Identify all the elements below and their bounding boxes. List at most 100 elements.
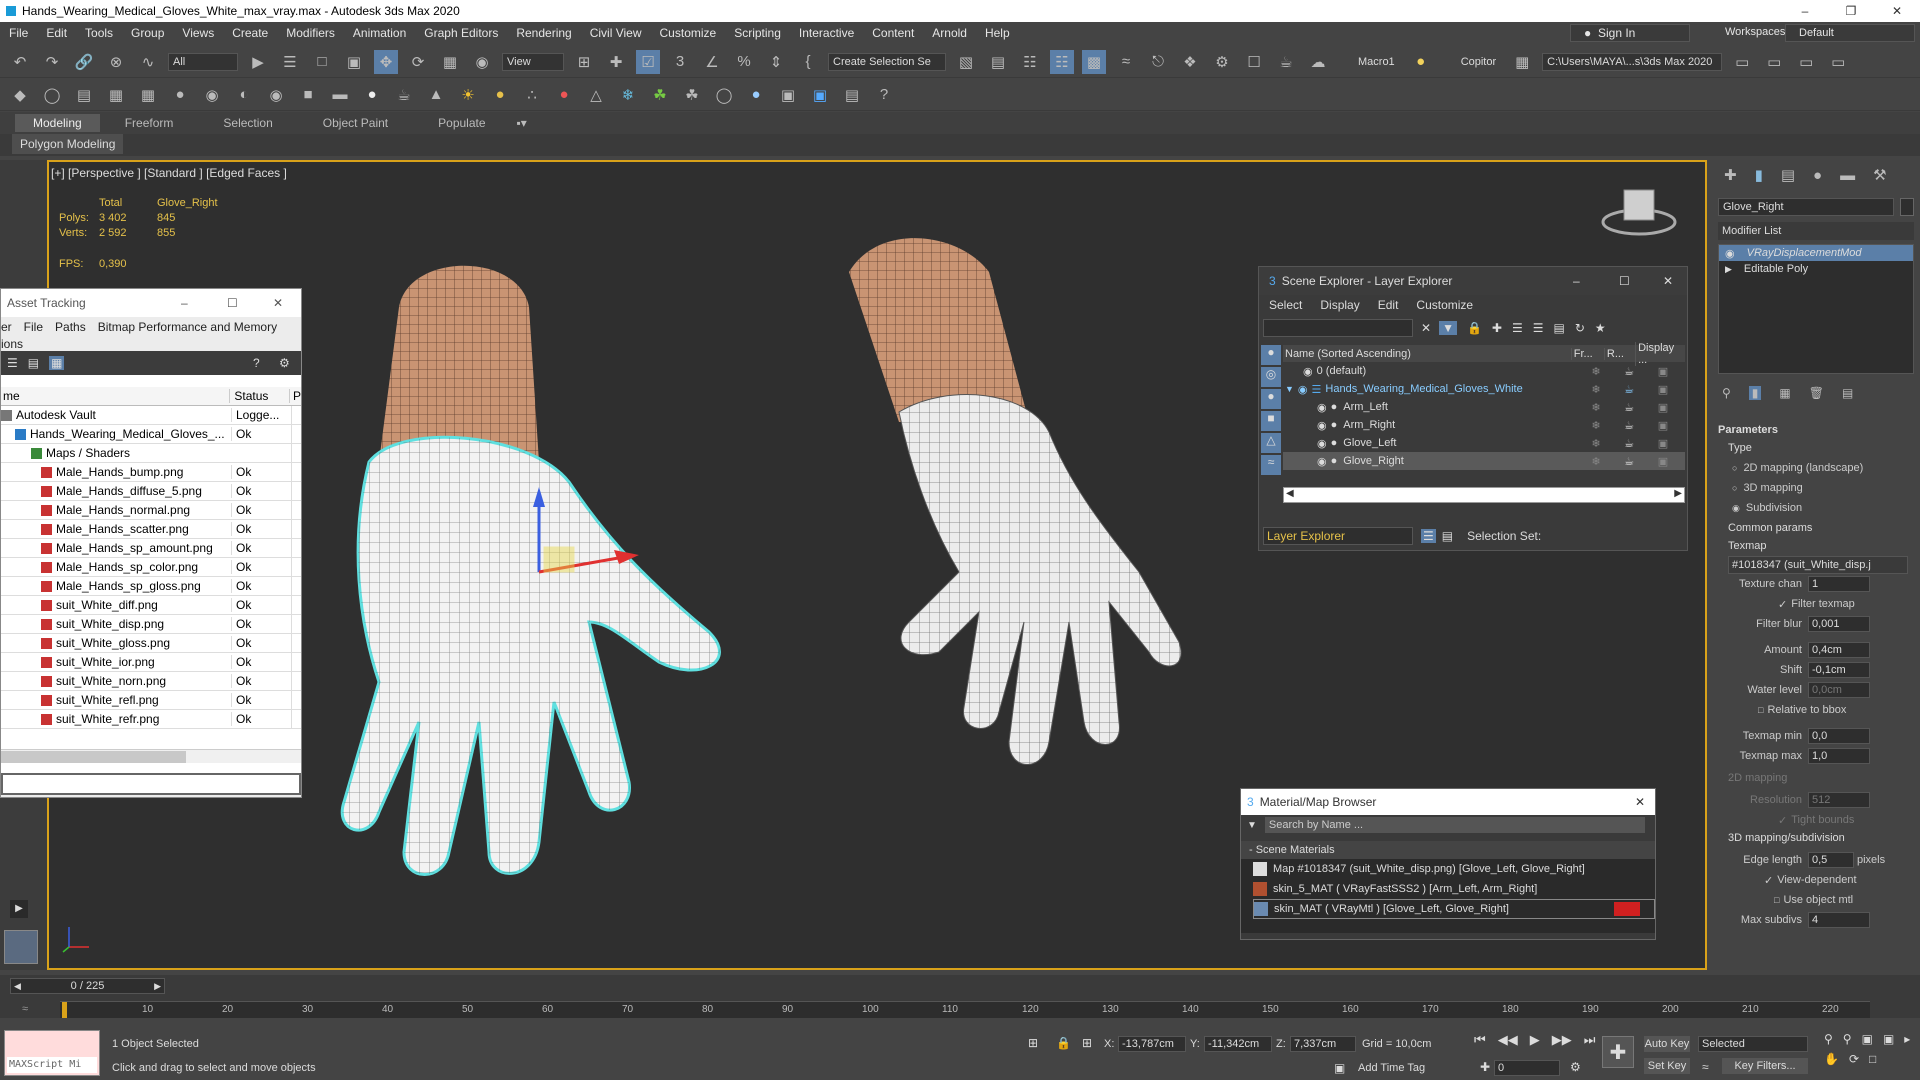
- track-bar-icon[interactable]: ≈: [22, 1003, 28, 1015]
- asset-path-field[interactable]: [1, 773, 301, 795]
- vray-sphere-icon[interactable]: ●: [744, 83, 768, 107]
- explorer-type-dropdown[interactable]: Layer Explorer: [1263, 527, 1413, 545]
- col-freeze[interactable]: Fr...: [1570, 347, 1604, 360]
- render-production-icon[interactable]: ☕: [1274, 50, 1298, 74]
- menu-civil-view[interactable]: Civil View: [581, 26, 651, 40]
- menu-group[interactable]: Group: [122, 26, 173, 40]
- grass-icon[interactable]: ☘: [648, 83, 672, 107]
- go-to-end-icon[interactable]: ⏭: [1584, 1032, 1596, 1048]
- visibility-eye-icon[interactable]: ◉: [1303, 365, 1313, 378]
- asset-row[interactable]: suit_White_norn.png Ok: [1, 672, 301, 691]
- helpers-icon[interactable]: ◐: [232, 83, 256, 107]
- sync-icon[interactable]: ↻: [1575, 321, 1585, 335]
- scene-menu-edit[interactable]: Edit: [1378, 298, 1399, 312]
- material-row[interactable]: Map #1018347 (suit_White_disp.png) [Glov…: [1253, 859, 1655, 879]
- dynamics-icon[interactable]: ●: [552, 83, 576, 107]
- angle-snap-icon[interactable]: ∠: [700, 50, 724, 74]
- asset-maximize-icon[interactable]: ☐: [227, 296, 238, 310]
- tab-object-paint[interactable]: Object Paint: [298, 116, 413, 130]
- clear-search-icon[interactable]: ✕: [1421, 321, 1431, 335]
- calculator-icon[interactable]: ▦: [104, 83, 128, 107]
- spinner-snap-icon[interactable]: ⇕: [764, 50, 788, 74]
- display-geometry-icon[interactable]: ◎: [1261, 367, 1281, 387]
- expand-left-icon[interactable]: ▶: [10, 900, 28, 918]
- next-frame-icon[interactable]: ▶: [154, 979, 161, 993]
- play-icon[interactable]: ▶: [1530, 1032, 1540, 1048]
- menu-create[interactable]: Create: [223, 26, 277, 40]
- camera-icon[interactable]: ◉: [200, 83, 224, 107]
- visibility-eye-icon[interactable]: ◉: [1317, 455, 1327, 468]
- minimize-icon[interactable]: –: [1782, 0, 1828, 22]
- asset-tracking-titlebar[interactable]: Asset Tracking – ☐ ✕: [1, 289, 301, 317]
- go-to-start-icon[interactable]: ⏮: [1474, 1032, 1486, 1048]
- make-unique-icon[interactable]: ▦: [1779, 386, 1790, 400]
- snaps-toggle-icon[interactable]: 3: [668, 50, 692, 74]
- ribbon-options-icon[interactable]: ▪▾: [511, 116, 533, 130]
- freeze-icon[interactable]: ❄: [1579, 383, 1613, 396]
- sun-icon[interactable]: ☀: [456, 83, 480, 107]
- sign-in-button[interactable]: ● Sign In: [1570, 24, 1690, 42]
- scene-tree-row[interactable]: ◉ 0 (default) ❄ ☕ ▣: [1283, 362, 1685, 380]
- dome-light-icon[interactable]: ●: [488, 83, 512, 107]
- set-project-icon[interactable]: ▭: [1730, 50, 1754, 74]
- vray-proxy-icon[interactable]: ▣: [776, 83, 800, 107]
- quick-align-icon[interactable]: ▭: [1762, 50, 1786, 74]
- select-manipulate-icon[interactable]: ✚: [604, 50, 628, 74]
- grid-icon[interactable]: ▦: [136, 83, 160, 107]
- sort-icon[interactable]: ▤: [1554, 321, 1565, 335]
- time-slider[interactable]: ◀ 0 / 225 ▶: [10, 978, 165, 994]
- scene-minimize-icon[interactable]: –: [1573, 274, 1580, 288]
- configure-sets-icon[interactable]: ▤: [1842, 386, 1853, 400]
- tab-freeform[interactable]: Freeform: [100, 116, 199, 130]
- prev-frame-icon[interactable]: ◀: [14, 979, 21, 993]
- x-coord-field[interactable]: -13,787cm: [1118, 1036, 1186, 1052]
- mirror-icon[interactable]: ▧: [954, 50, 978, 74]
- render-teapot-icon[interactable]: ☕: [1613, 365, 1645, 378]
- undo-icon[interactable]: ↶: [8, 50, 32, 74]
- stack-vray-displacement[interactable]: ◉ VRayDisplacementMod: [1719, 245, 1913, 261]
- asset-row[interactable]: Male_Hands_sp_amount.png Ok: [1, 539, 301, 558]
- asset-close-icon[interactable]: ✕: [273, 296, 283, 310]
- select-object-icon[interactable]: ▶: [246, 50, 270, 74]
- list-view-icon[interactable]: ☰: [7, 356, 18, 370]
- close-icon[interactable]: ✕: [1874, 0, 1920, 22]
- show-end-result-icon[interactable]: ▮: [1748, 386, 1762, 400]
- edge-length-spinner[interactable]: 0,5: [1808, 852, 1854, 868]
- type-3d-radio[interactable]: ○ 3D mapping: [1718, 478, 1914, 498]
- rect-selection-icon[interactable]: □: [310, 50, 334, 74]
- edit-named-selection-icon[interactable]: {: [796, 50, 820, 74]
- layers-icon[interactable]: ☰: [1512, 321, 1523, 335]
- maxscript-input[interactable]: MAXScript Mi: [7, 1057, 97, 1073]
- freeze-icon[interactable]: ❄: [1579, 419, 1613, 432]
- project-folder-icon[interactable]: ▦: [1510, 50, 1534, 74]
- col-status[interactable]: Status: [229, 389, 289, 403]
- tight-bounds-checkbox[interactable]: ✓ Tight bounds: [1718, 810, 1914, 830]
- selection-lock-icon[interactable]: 🔒: [1056, 1036, 1071, 1050]
- menu-animation[interactable]: Animation: [344, 26, 415, 40]
- modifier-list-dropdown[interactable]: Modifier List: [1718, 222, 1914, 240]
- menu-rendering[interactable]: Rendering: [507, 26, 580, 40]
- stack-editable-poly[interactable]: ▶ Editable Poly: [1719, 261, 1913, 277]
- scroll-right-icon[interactable]: ▶: [1674, 488, 1682, 499]
- render-teapot-icon[interactable]: ☕: [1613, 419, 1645, 432]
- display-lights-icon[interactable]: ●: [1261, 389, 1281, 409]
- asset-row[interactable]: suit_White_ior.png Ok: [1, 653, 301, 672]
- cone-icon[interactable]: ▲: [424, 83, 448, 107]
- display-cameras-icon[interactable]: ■: [1261, 411, 1281, 431]
- curve-editor-icon[interactable]: ≈: [1114, 50, 1138, 74]
- menu-scripting[interactable]: Scripting: [725, 26, 790, 40]
- maximize-viewport-icon[interactable]: □: [1869, 1052, 1876, 1066]
- material-row[interactable]: skin_5_MAT ( VRayFastSSS2 ) [Arm_Left, A…: [1253, 879, 1655, 899]
- maxscript-listener[interactable]: MAXScript Mi: [4, 1030, 100, 1076]
- menu-modifiers[interactable]: Modifiers: [277, 26, 344, 40]
- cloth-icon[interactable]: △: [584, 83, 608, 107]
- viewport-layout-icon[interactable]: [4, 930, 38, 964]
- scene-materials-section[interactable]: - Scene Materials: [1241, 841, 1655, 859]
- key-mode-icon[interactable]: ✚: [1480, 1060, 1490, 1074]
- place-icon[interactable]: ◉: [470, 50, 494, 74]
- glove-left-object[interactable]: [849, 238, 1182, 765]
- scene-tree-row[interactable]: ◉ ● Arm_Left ❄ ☕ ▣: [1283, 398, 1685, 416]
- auto-key-button[interactable]: Auto Key: [1644, 1036, 1690, 1052]
- menu-views[interactable]: Views: [173, 26, 223, 40]
- rotate-icon[interactable]: ⟳: [406, 50, 430, 74]
